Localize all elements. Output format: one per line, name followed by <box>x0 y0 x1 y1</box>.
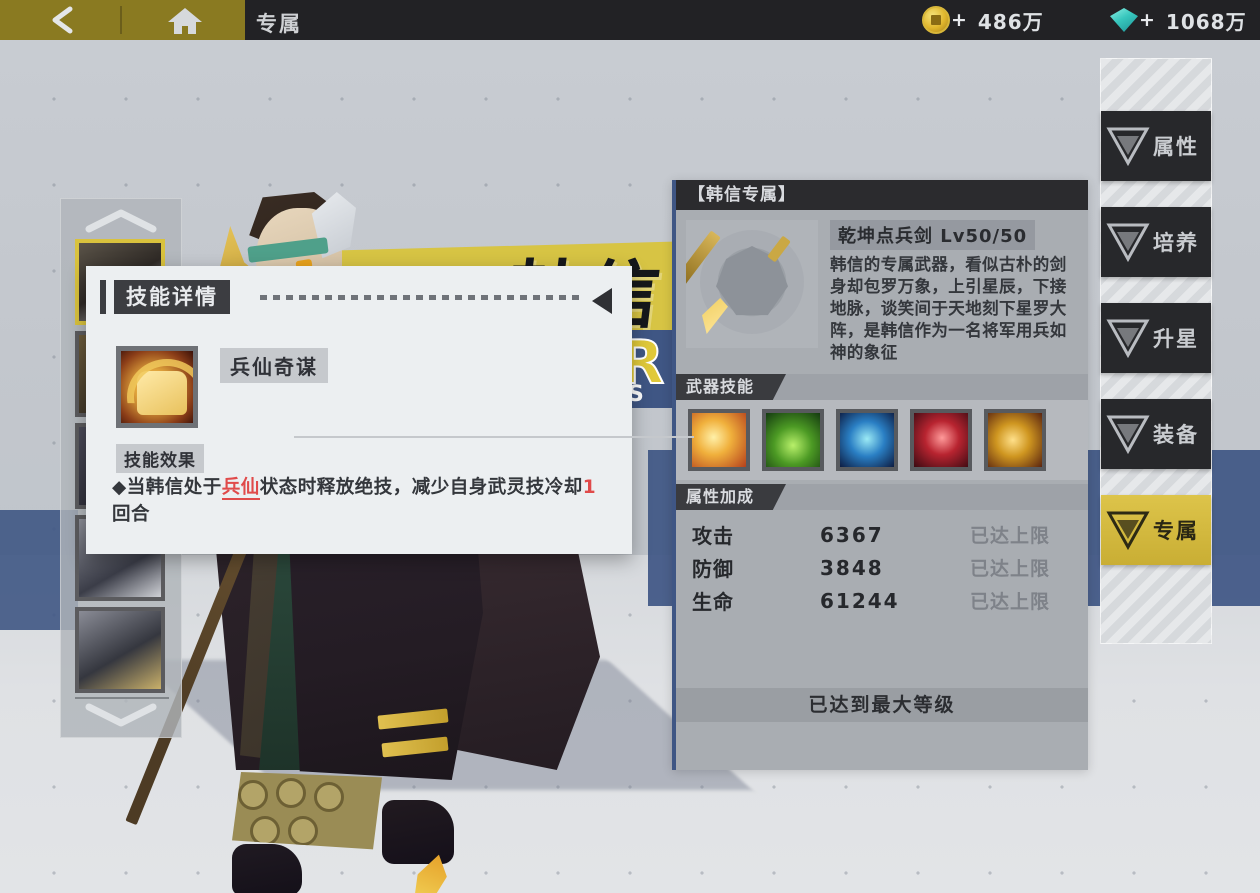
attribute-list: 攻击 6367 已达上限 防御 3848 已达上限 生命 61244 已达上限 <box>676 510 1088 615</box>
max-level-button[interactable]: 已达到最大等级 <box>676 688 1088 722</box>
weapon-skill-icon-4[interactable] <box>910 409 972 471</box>
character-portrait-5[interactable] <box>75 607 165 693</box>
back-button[interactable] <box>44 4 84 36</box>
skill-detail-popup: 技能详情 兵仙奇谋 技能效果 ◆当韩信处于兵仙状态时释放绝技，减少自身武灵技冷却… <box>86 266 694 554</box>
effect-bullet: ◆ <box>112 477 127 498</box>
fist-skill-icon <box>116 346 198 428</box>
gold-plus-sign[interactable]: + <box>951 9 967 31</box>
game-screen: 韩信 R S <box>0 0 1260 893</box>
currency-diamond[interactable]: + 1068万 <box>1110 6 1247 34</box>
golden-sword-icon[interactable] <box>686 220 818 348</box>
popup-title-accent-bar <box>100 280 106 314</box>
page-title: 专属 <box>256 12 302 36</box>
weapon-section: 乾坤点兵剑 Lv50/50 韩信的专属武器，看似古朴的剑身却包罗万象，上引星辰，… <box>676 210 1088 370</box>
tab-label: 升星 <box>1153 327 1199 351</box>
top-bar-divider <box>120 6 122 34</box>
tab-equipment[interactable]: 装备 <box>1101 399 1211 469</box>
attribute-value: 6367 <box>820 522 884 547</box>
effect-part-3: 回合 <box>112 504 151 525</box>
attribute-row-defense: 防御 3848 已达上限 <box>692 553 1074 582</box>
tab-attributes[interactable]: 属性 <box>1101 111 1211 181</box>
character-list-scroll-up[interactable] <box>79 207 163 235</box>
diamond-icon <box>1110 8 1138 32</box>
diamond-amount: 1068万 <box>1165 9 1247 34</box>
attribute-note: 已达上限 <box>970 525 1051 547</box>
popup-skill-name: 兵仙奇谋 <box>220 348 328 383</box>
weapon-skill-icon-3[interactable] <box>836 409 898 471</box>
tab-label: 培养 <box>1153 231 1199 255</box>
weapon-skill-icon-5[interactable] <box>984 409 1046 471</box>
home-button[interactable] <box>166 6 204 36</box>
attribute-label: 防御 <box>692 557 734 581</box>
attribute-bonus-title: 属性加成 <box>676 484 786 510</box>
attribute-value: 61244 <box>820 588 900 613</box>
chevron-down-icon <box>85 703 157 727</box>
diamond-plus-sign[interactable]: + <box>1139 9 1155 31</box>
chevron-left-icon <box>52 6 73 34</box>
weapon-skill-list <box>676 400 1088 480</box>
triangle-emblem-icon <box>1106 415 1150 455</box>
popup-dotted-rule <box>260 295 582 300</box>
weapon-name: 乾坤点兵剑 Lv50/50 <box>830 220 1036 250</box>
attribute-label: 攻击 <box>692 524 734 548</box>
triangle-emblem-icon <box>1106 511 1150 551</box>
popup-skill-row: 兵仙奇谋 <box>116 346 328 428</box>
tab-star-up[interactable]: 升星 <box>1101 303 1211 373</box>
weapon-skills-title: 武器技能 <box>676 374 786 400</box>
attribute-label: 生命 <box>692 590 734 614</box>
exclusive-weapon-panel: 【韩信专属】 乾坤点兵剑 Lv50/50 韩信的专属武器，看似古朴的剑身却包罗万… <box>672 180 1088 770</box>
triangle-left-icon[interactable] <box>592 288 612 314</box>
popup-title-row: 技能详情 <box>100 280 618 314</box>
attribute-row-hp: 生命 61244 已达上限 <box>692 586 1074 615</box>
weapon-info: 乾坤点兵剑 Lv50/50 韩信的专属武器，看似古朴的剑身却包罗万象，上引星辰，… <box>830 220 1080 364</box>
right-tab-rail: 属性 培养 升星 装备 专属 <box>1100 58 1212 644</box>
tab-label: 专属 <box>1153 519 1199 543</box>
chevron-up-icon <box>85 209 157 233</box>
effect-part-1: 当韩信处于 <box>126 477 222 498</box>
gold-amount: 486万 <box>977 9 1044 34</box>
effect-highlight-1: 兵仙 <box>221 477 260 500</box>
attribute-note: 已达上限 <box>970 558 1051 580</box>
popup-title: 技能详情 <box>114 280 230 314</box>
tab-label: 属性 <box>1153 135 1199 159</box>
panel-header-title: 【韩信专属】 <box>676 180 1088 210</box>
attribute-bonus-header: 属性加成 <box>676 484 1088 510</box>
top-bar-left-section <box>0 0 245 40</box>
weapon-description: 韩信的专属武器，看似古朴的剑身却包罗万象，上引星辰，下接地脉，谈笑间于天地刻下星… <box>830 255 1067 362</box>
gold-coin-icon <box>922 6 950 34</box>
popup-divider <box>294 436 694 438</box>
triangle-emblem-icon <box>1106 319 1150 359</box>
currency-gold[interactable]: + 486万 <box>922 6 1044 34</box>
weapon-skill-icon-2[interactable] <box>762 409 824 471</box>
triangle-emblem-icon <box>1106 127 1150 167</box>
effect-part-2: 状态时释放绝技，减少自身武灵技冷却 <box>259 477 583 498</box>
attribute-value: 3848 <box>820 555 884 580</box>
tab-label: 装备 <box>1153 423 1199 447</box>
character-list-scroll-down[interactable] <box>79 701 163 729</box>
attribute-row-attack: 攻击 6367 已达上限 <box>692 520 1074 549</box>
effect-highlight-2: 1 <box>582 477 597 498</box>
top-bar: 专属 + 486万 + 1068万 <box>0 0 1260 40</box>
attribute-note: 已达上限 <box>970 591 1051 613</box>
popup-effect-text: ◆当韩信处于兵仙状态时释放绝技，减少自身武灵技冷却1 回合 <box>112 474 608 528</box>
triangle-emblem-icon <box>1106 223 1150 263</box>
weapon-skill-icon-1[interactable] <box>688 409 750 471</box>
tab-exclusive[interactable]: 专属 <box>1101 495 1211 565</box>
popup-effect-label: 技能效果 <box>116 444 204 473</box>
home-icon <box>168 8 202 34</box>
tab-cultivate[interactable]: 培养 <box>1101 207 1211 277</box>
weapon-skills-header: 武器技能 <box>676 374 1088 400</box>
character-list-separator <box>75 697 169 699</box>
